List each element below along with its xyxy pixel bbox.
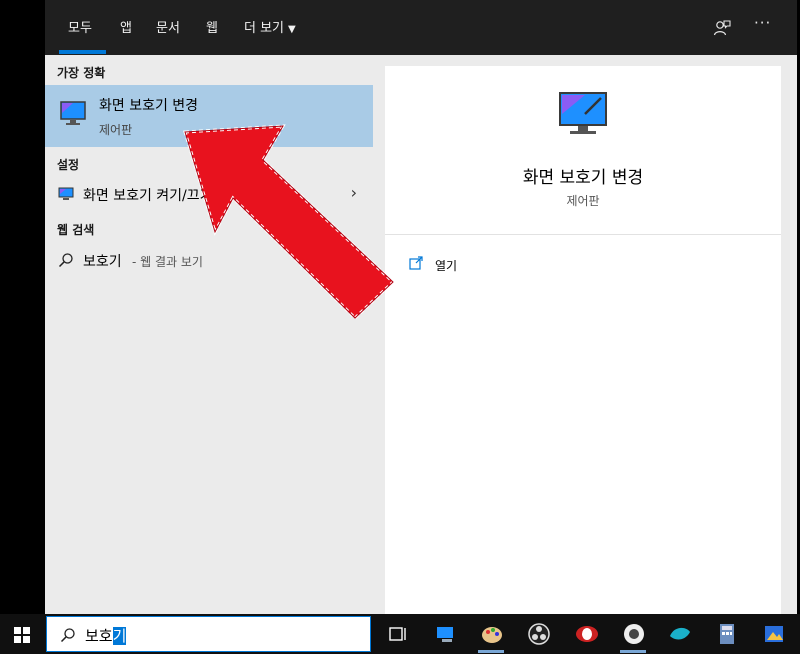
- browser-icon[interactable]: [575, 622, 599, 646]
- section-header-web-search: 웹 검색: [57, 223, 95, 237]
- search-query-selected: 기: [112, 627, 127, 645]
- filter-tabs-bar: 모두 앱 문서 웹 더 보기 ▼ ···: [45, 0, 797, 55]
- search-icon: [58, 253, 73, 268]
- best-match-subtitle: 제어판: [99, 123, 133, 137]
- puzzle-app-icon[interactable]: [622, 622, 646, 646]
- best-match-title: 화면 보호기 변경: [99, 98, 199, 114]
- open-action[interactable]: 열기: [435, 257, 457, 274]
- screen-saver-large-icon: [559, 92, 607, 134]
- task-view-icon[interactable]: [386, 622, 410, 646]
- chevron-down-icon: ▼: [288, 24, 296, 35]
- open-icon: [409, 256, 423, 270]
- search-query-typed: 보호: [85, 627, 113, 645]
- screen-saver-icon: [60, 101, 86, 125]
- preview-title: 화면 보호기 변경: [522, 168, 644, 188]
- active-tab-underline: [59, 50, 106, 54]
- preview-divider: [385, 234, 781, 235]
- running-indicator: [478, 650, 504, 653]
- more-options-icon[interactable]: ···: [754, 14, 771, 32]
- tab-apps[interactable]: 앱: [120, 0, 132, 55]
- preview-pane: 화면 보호기 변경 제어판 열기: [385, 66, 781, 614]
- tab-more-label: 더 보기: [244, 21, 285, 36]
- tab-more[interactable]: 더 보기 ▼: [244, 0, 296, 55]
- calculator-icon[interactable]: [715, 622, 739, 646]
- person-feedback-icon[interactable]: [713, 19, 731, 37]
- photo-app-icon[interactable]: [762, 622, 786, 646]
- tab-all[interactable]: 모두: [68, 0, 92, 55]
- fish-app-icon[interactable]: [668, 622, 692, 646]
- search-query: 보호기: [85, 625, 127, 646]
- search-icon: [60, 628, 75, 643]
- taskbar-search-box[interactable]: 보호기: [46, 616, 371, 652]
- section-header-best-match: 가장 정확: [57, 66, 106, 80]
- paint-icon[interactable]: [480, 622, 504, 646]
- section-header-settings: 설정: [57, 158, 80, 172]
- running-indicator: [620, 650, 646, 653]
- annotation-arrow: [183, 124, 396, 321]
- obs-icon[interactable]: [527, 622, 551, 646]
- pc-icon[interactable]: [434, 622, 458, 646]
- web-search-query: 보호기: [83, 254, 122, 270]
- tab-web[interactable]: 웹: [206, 0, 218, 55]
- screen-saver-settings-icon: [58, 187, 74, 200]
- tab-documents[interactable]: 문서: [156, 0, 180, 55]
- windows-logo-icon[interactable]: [14, 627, 30, 643]
- preview-subtitle: 제어판: [566, 194, 600, 208]
